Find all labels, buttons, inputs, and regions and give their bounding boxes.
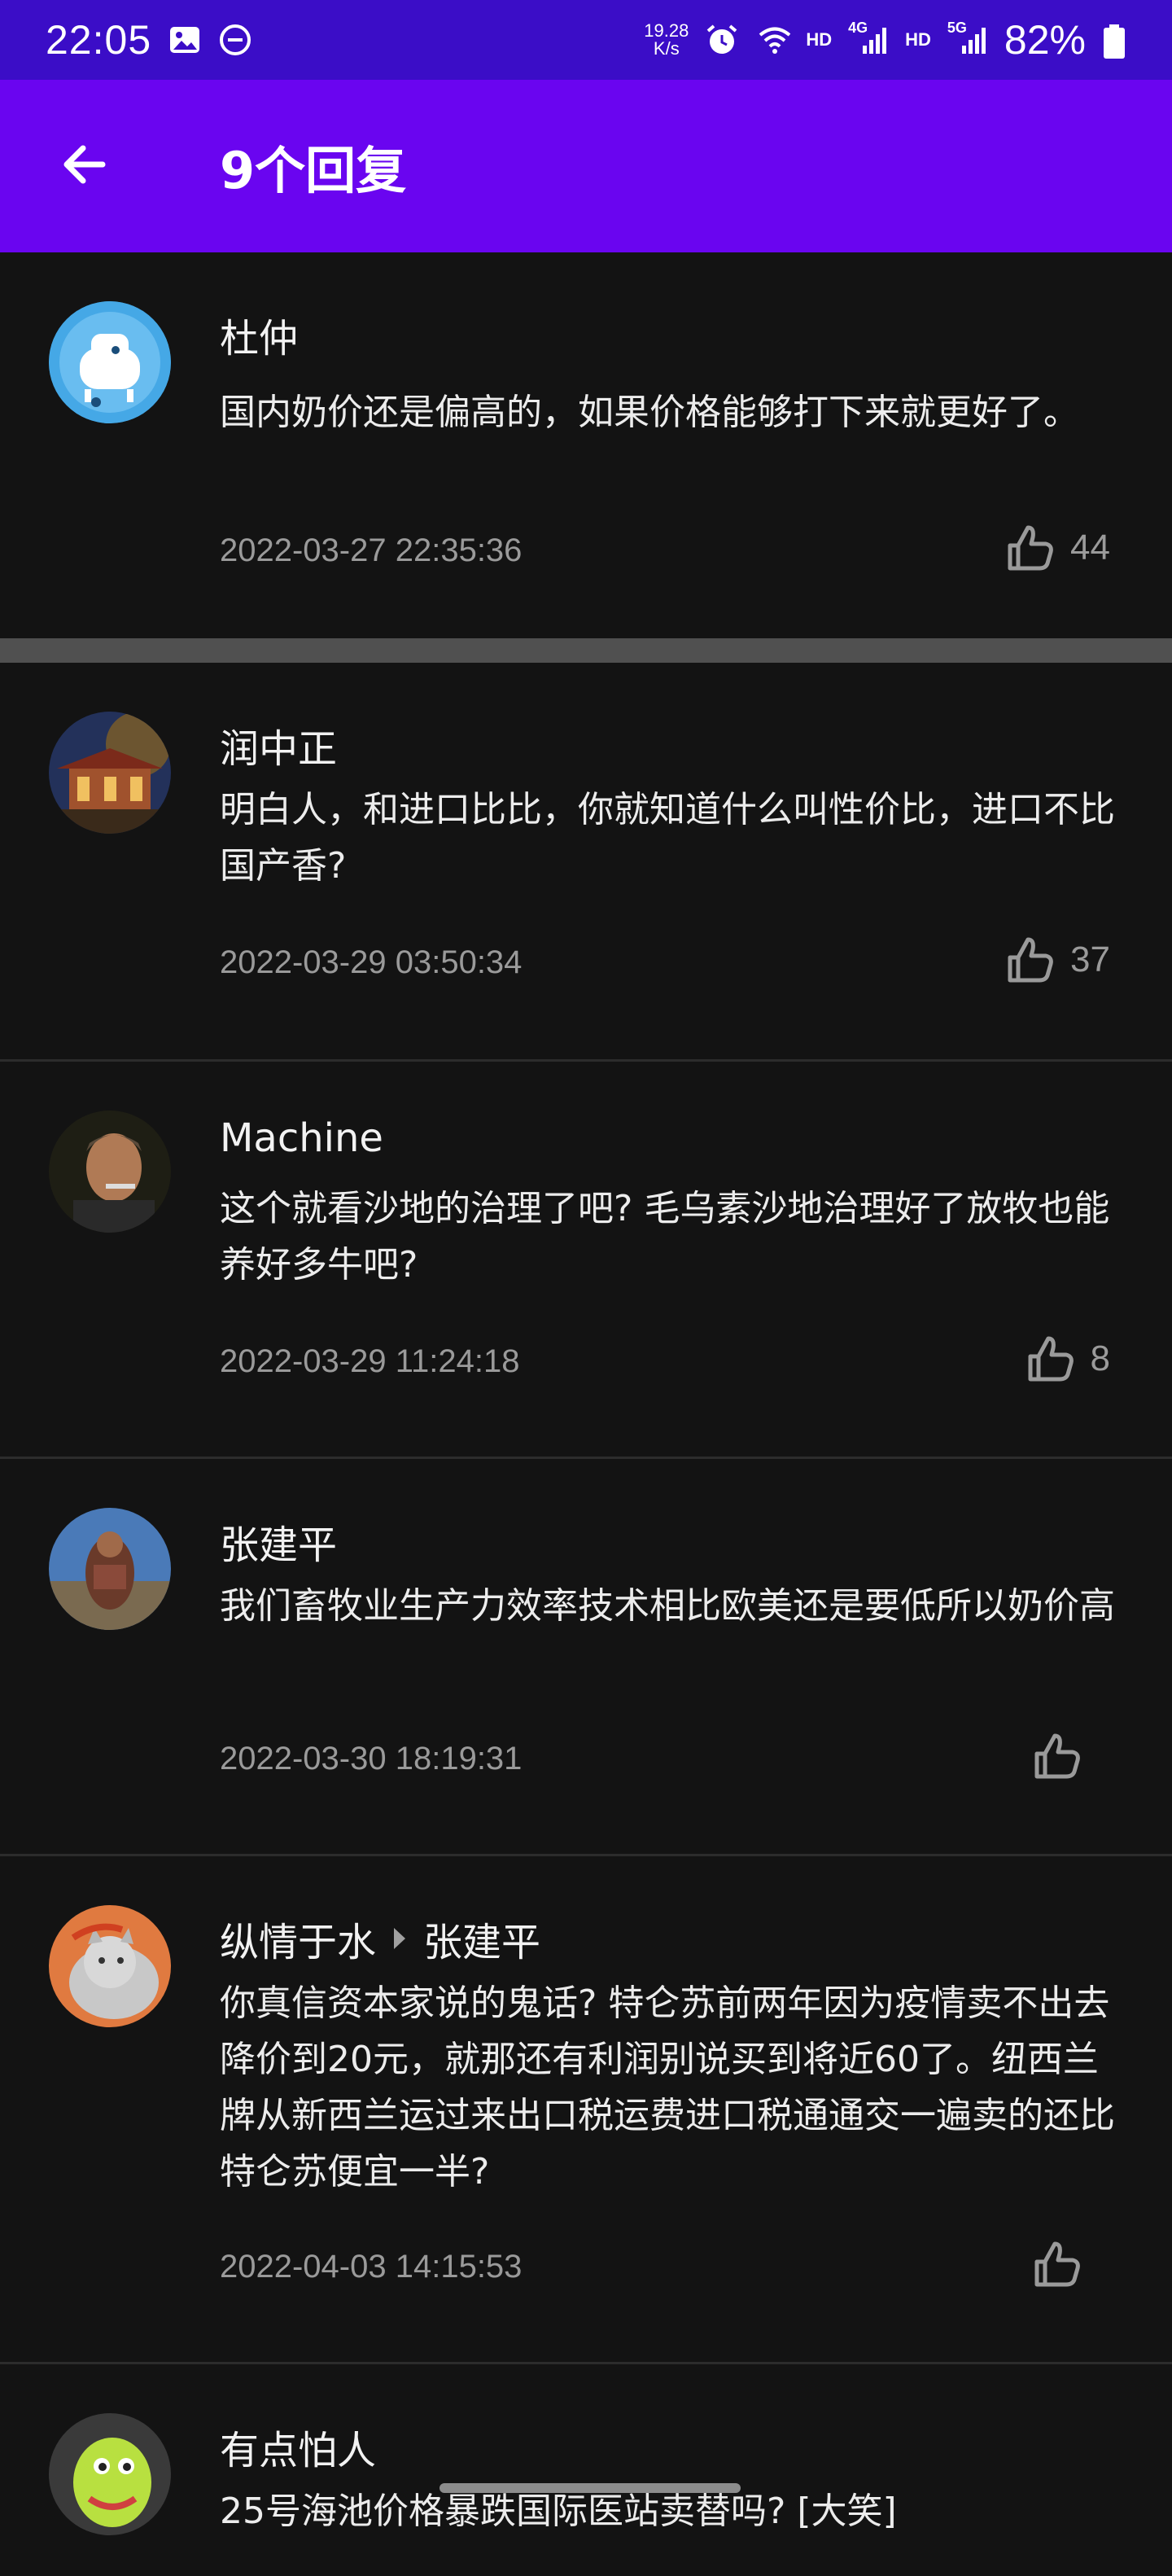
commenter-name[interactable]: 纵情于水: [220, 1910, 376, 1967]
comment-list: 杜仲 国内奶价还是偏高的，如果价格能够打下来就更好了。 2022-03-27 2…: [0, 252, 1172, 2576]
commenter-name[interactable]: 杜仲: [220, 306, 298, 363]
thumbs-up-icon: [1028, 1336, 1074, 1382]
commenter-name[interactable]: 润中正: [220, 716, 337, 773]
thumbs-up-icon: [1034, 1733, 1080, 1779]
avatar[interactable]: [49, 301, 171, 423]
network-speed-value: 19.28: [644, 20, 689, 41]
signal-type-1: 4G: [848, 20, 868, 36]
wifi-icon: [755, 23, 791, 57]
comment-text: 我们畜牧业生产力效率技术相比欧美还是要低所以奶价高: [220, 1585, 1115, 1627]
status-time: 22:05: [46, 17, 152, 63]
network-speed: 19.28 K/s: [644, 22, 689, 58]
like-count: 44: [1070, 528, 1110, 567]
thumbs-up-icon: [1034, 2241, 1080, 2287]
avatar[interactable]: [49, 1111, 171, 1233]
image-icon: [168, 23, 202, 57]
comment-time: 2022-03-29 03:50:34: [220, 944, 523, 980]
like-button[interactable]: 44: [1005, 523, 1110, 573]
avatar[interactable]: [49, 1508, 171, 1630]
network-speed-unit: K/s: [653, 38, 680, 59]
comment-header: 纵情于水 张建平: [220, 1910, 540, 1967]
signal-icon: 4G: [848, 20, 889, 57]
commenter-name[interactable]: 张建平: [220, 1513, 337, 1570]
comment-text: 明白人，和进口比比，你就知道什么叫性价比，进口不比国产香?: [220, 789, 1115, 887]
alarm-icon: [705, 23, 739, 57]
comment-time: 2022-03-27 22:35:36: [220, 532, 523, 568]
like-count: 37: [1070, 940, 1110, 979]
dnd-icon: [218, 23, 252, 57]
comment-text: 这个就看沙地的治理了吧? 毛乌素沙地治理好了放牧也能养好多牛吧?: [220, 1188, 1110, 1286]
like-button[interactable]: 8: [1026, 1334, 1110, 1384]
comment-time: 2022-03-29 11:24:18: [220, 1343, 520, 1379]
comment-text: 你真信资本家说的鬼话? 特仑苏前两年因为疫情卖不出去降价到20元，就那还有利润别…: [220, 1982, 1115, 2193]
comment-header: 有点怕人: [220, 2418, 376, 2475]
hd-label-2: HD: [905, 29, 931, 50]
commenter-name[interactable]: 有点怕人: [220, 2418, 376, 2475]
comment-item: 有点怕人 25号海池价格暴跌国际医站卖替吗? [大笑]: [0, 2364, 1172, 2576]
comment-header: 张建平: [220, 1513, 337, 1570]
signal-icon-2: 5G: [947, 20, 988, 57]
avatar[interactable]: [49, 2413, 171, 2535]
reply-arrow-icon: [394, 1928, 406, 1949]
status-bar: 22:05 19.28 K/s HD 4G HD 5G 82%: [0, 0, 1172, 80]
like-button[interactable]: 37: [1005, 935, 1110, 985]
avatar[interactable]: [49, 1905, 171, 2027]
app-bar: 9个回复: [0, 80, 1172, 252]
comment-text: 国内奶价还是偏高的，如果价格能够打下来就更好了。: [220, 392, 1079, 433]
comment-item: 纵情于水 张建平 你真信资本家说的鬼话? 特仑苏前两年因为疫情卖不出去降价到20…: [0, 1856, 1172, 2364]
signal-type-2: 5G: [947, 20, 967, 36]
page-title: 9个回复: [220, 141, 407, 200]
comment-item: 杜仲 国内奶价还是偏高的，如果价格能够打下来就更好了。 2022-03-27 2…: [0, 252, 1172, 663]
like-button[interactable]: [1032, 1731, 1097, 1781]
comment-header: 润中正: [220, 716, 337, 773]
reply-to-name[interactable]: 张建平: [423, 1910, 540, 1967]
home-indicator[interactable]: [440, 2483, 741, 2493]
avatar[interactable]: [49, 712, 171, 834]
comment-item: Machine 这个就看沙地的治理了吧? 毛乌素沙地治理好了放牧也能养好多牛吧?…: [0, 1062, 1172, 1459]
thumbs-up-icon: [1008, 525, 1053, 571]
like-count: 8: [1090, 1338, 1110, 1378]
comment-header: Machine: [220, 1115, 383, 1161]
arrow-left-icon: [59, 138, 111, 194]
battery-level: 82%: [1004, 17, 1086, 63]
battery-icon: [1102, 23, 1126, 59]
comment-item: 润中正 明白人，和进口比比，你就知道什么叫性价比，进口不比国产香? 2022-0…: [0, 663, 1172, 1062]
commenter-name[interactable]: Machine: [220, 1115, 383, 1161]
comment-item: 张建平 我们畜牧业生产力效率技术相比欧美还是要低所以奶价高 2022-03-30…: [0, 1459, 1172, 1856]
comment-time: 2022-04-03 14:15:53: [220, 2249, 523, 2285]
hd-label-1: HD: [806, 29, 833, 50]
back-button[interactable]: [0, 80, 163, 252]
comment-time: 2022-03-30 18:19:31: [220, 1741, 523, 1776]
comment-header: 杜仲: [220, 306, 298, 363]
thumbs-up-icon: [1008, 937, 1053, 983]
like-button[interactable]: [1032, 2239, 1097, 2289]
